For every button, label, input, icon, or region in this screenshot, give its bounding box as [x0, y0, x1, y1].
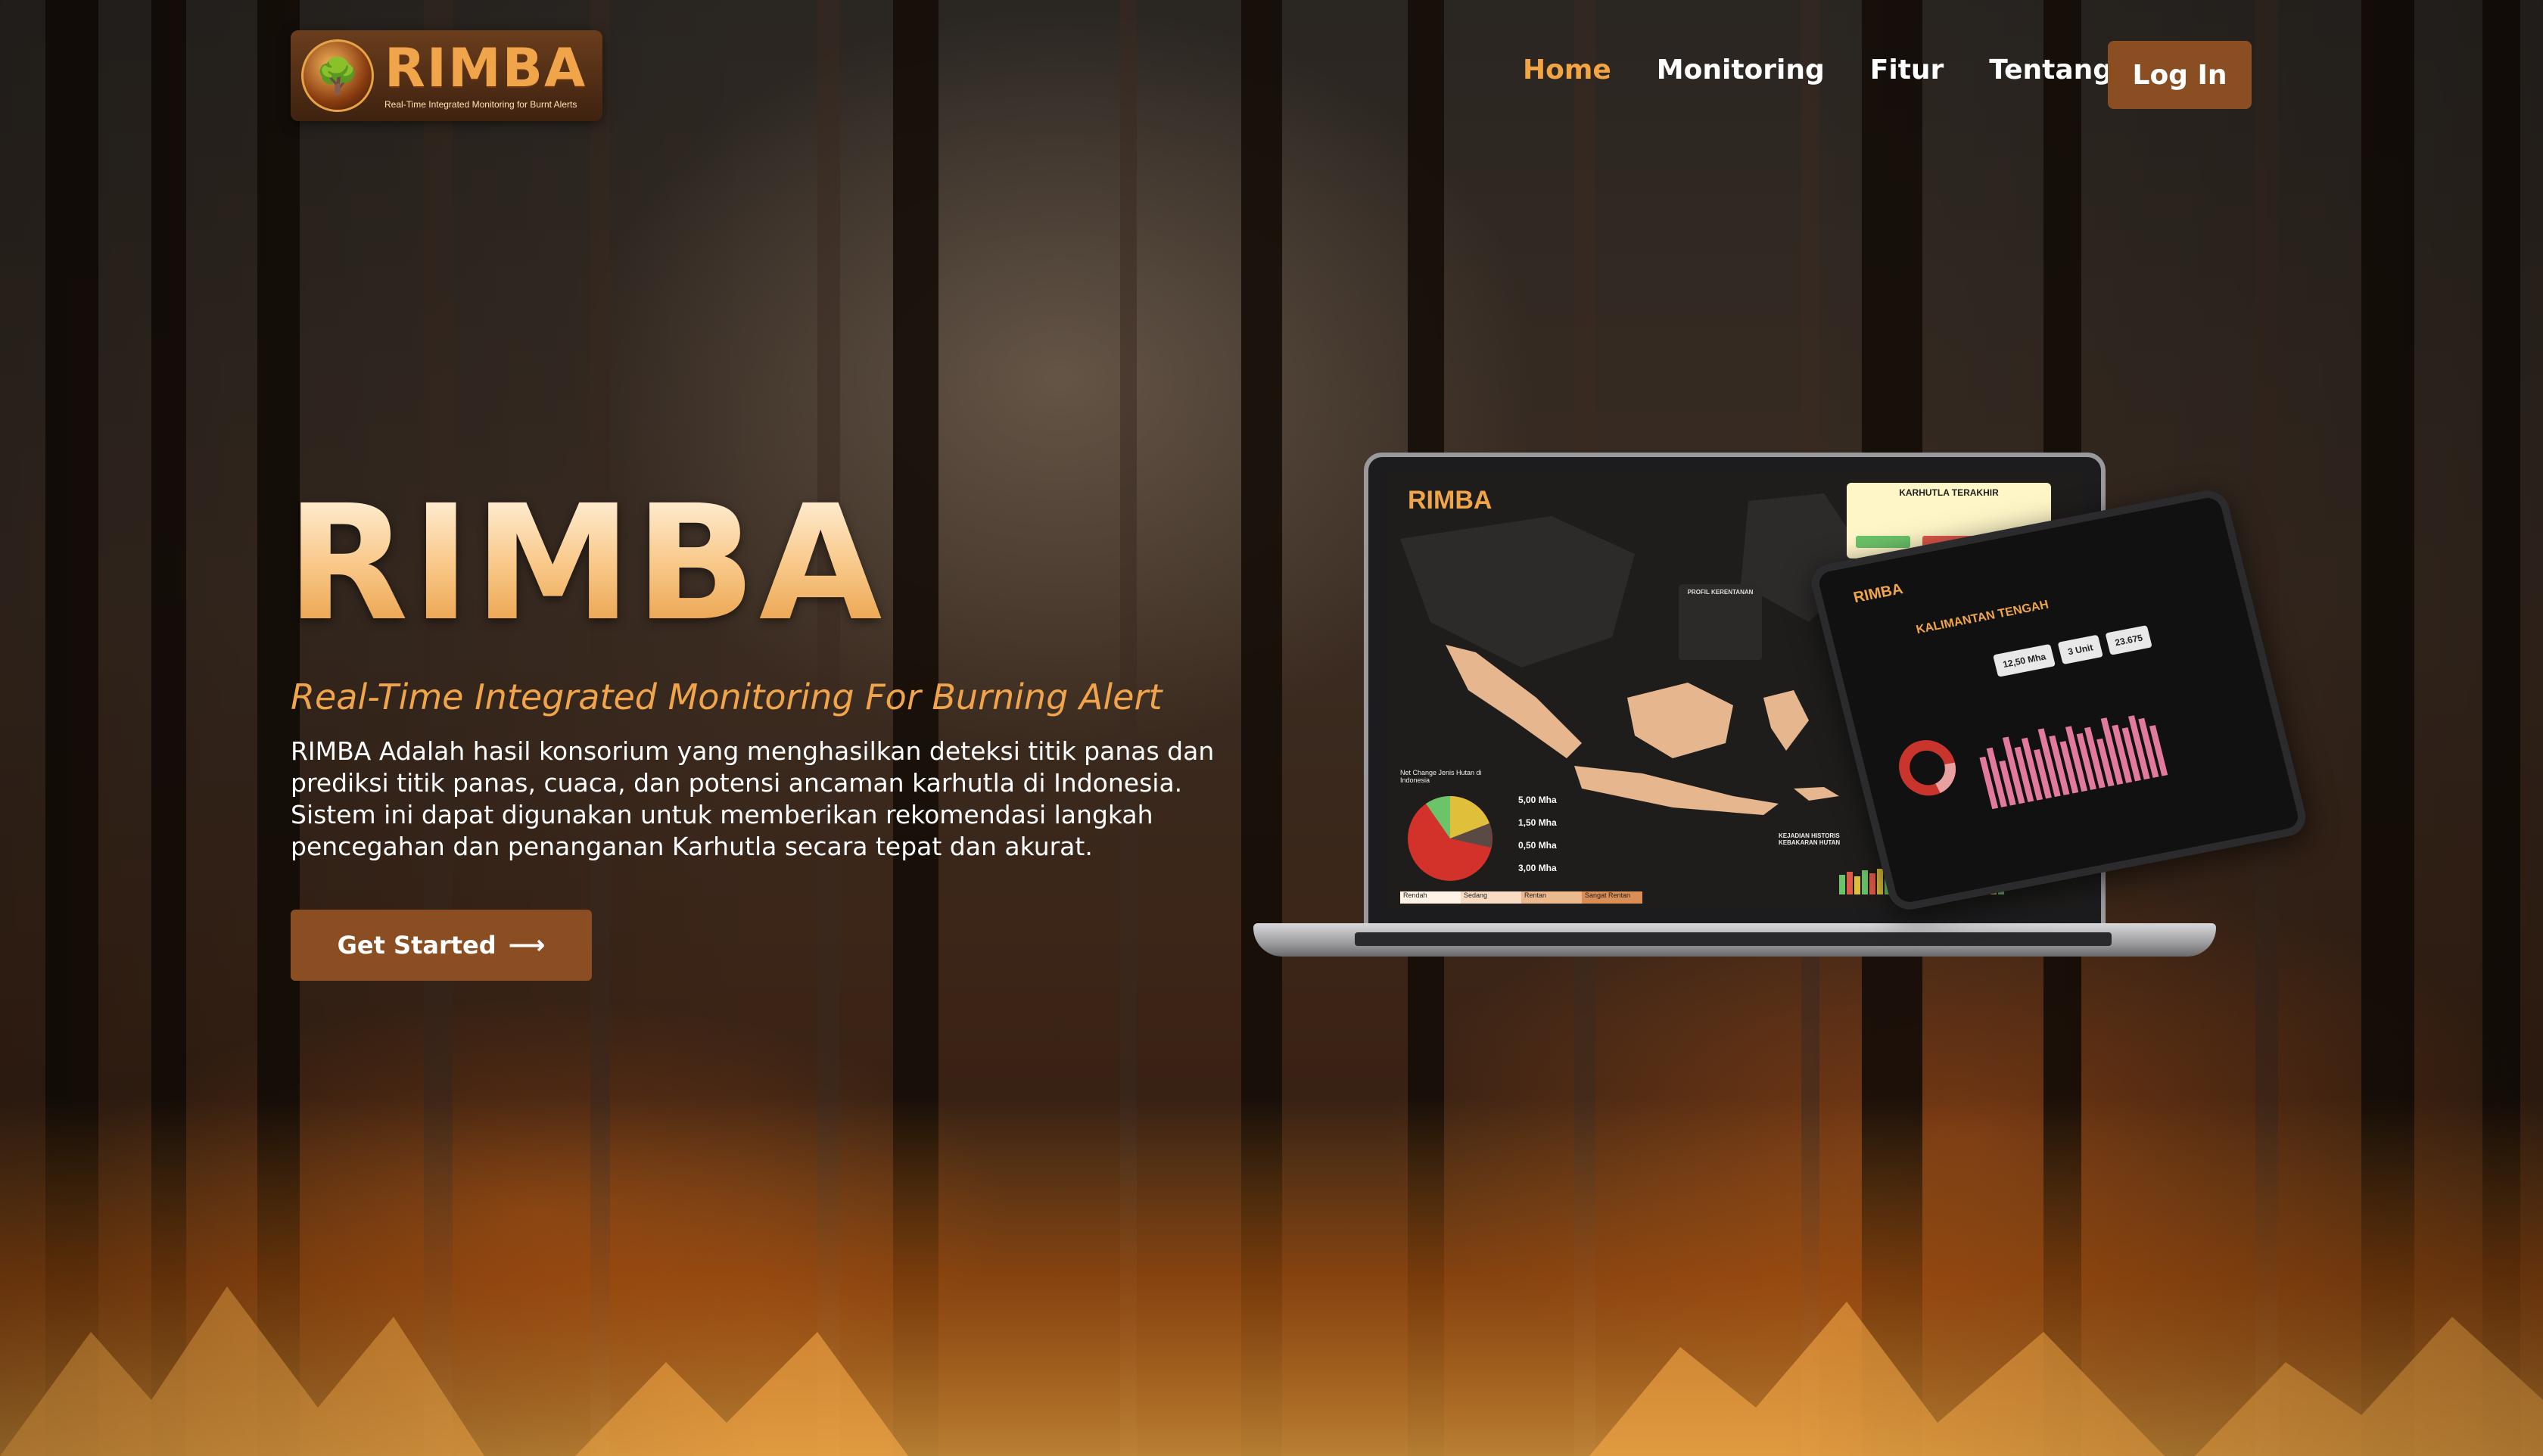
- nav-tentang[interactable]: Tentang: [1989, 54, 2112, 86]
- tablet-stat-card: 23.675: [2105, 624, 2153, 655]
- nav-fitur[interactable]: Fitur: [1870, 54, 1944, 86]
- tablet-stat-cards: 12,50 Mha 3 Unit 23.675: [1993, 624, 2153, 677]
- tablet-logo: RIMBA: [1851, 580, 1905, 607]
- netchange-pie-chart: [1408, 796, 1492, 881]
- tablet-donut-chart: [1899, 740, 1956, 796]
- legend-sangat-rentan: Sangat Rentan: [1582, 891, 1642, 904]
- logo-tagline: Real-Time Integrated Monitoring for Burn…: [384, 99, 577, 110]
- hero-subtitle: Real-Time Integrated Monitoring For Burn…: [291, 677, 1163, 717]
- legend-rendah: Rendah: [1400, 891, 1461, 904]
- brand-logo[interactable]: 🌳 RIMBA Real-Time Integrated Monitoring …: [291, 30, 602, 121]
- logo-text-group: RIMBA Real-Time Integrated Monitoring fo…: [384, 42, 587, 110]
- tablet-stat-card: 3 Unit: [2057, 634, 2103, 665]
- laptop-keyboard: [1355, 932, 2112, 946]
- tree-emblem-icon: 🌳: [301, 39, 374, 112]
- stat-value: 0,50 Mha: [1518, 840, 1557, 851]
- tablet-region-title: KALIMANTAN TENGAH: [1915, 598, 2050, 637]
- history-title: KEJADIAN HISTORIS KEBAKARAN HUTAN: [1779, 832, 1841, 846]
- legend-strip: Rendah Sedang Rentan Sangat Rentan: [1400, 891, 1642, 904]
- legend-rentan: Rentan: [1521, 891, 1582, 904]
- netchange-title: Net Change Jenis Hutan di Indonesia: [1400, 769, 1482, 784]
- tablet-bar-chart: [1979, 715, 2168, 810]
- hero-title: RIMBA: [286, 471, 886, 656]
- main-nav: Home Monitoring Fitur Tentang: [1523, 54, 2158, 86]
- get-started-label: Get Started: [337, 931, 496, 960]
- login-button[interactable]: Log In: [2108, 41, 2252, 109]
- hero-description: RIMBA Adalah hasil konsorium yang mengha…: [291, 736, 1215, 861]
- legend-sedang: Sedang: [1461, 891, 1521, 904]
- get-started-button[interactable]: Get Started ⟶: [291, 910, 592, 981]
- stat-value: 1,50 Mha: [1518, 817, 1557, 828]
- nav-monitoring[interactable]: Monitoring: [1657, 54, 1825, 86]
- netchange-stats: 5,00 Mha 1,50 Mha 0,50 Mha 3,00 Mha: [1518, 789, 1557, 879]
- stat-value: 5,00 Mha: [1518, 795, 1557, 805]
- arrow-right-icon: ⟶: [508, 930, 546, 960]
- tablet-stat-card: 12,50 Mha: [1993, 643, 2056, 677]
- alert-card-title: KARHUTLA TERAKHIR: [1899, 487, 1999, 498]
- profile-card-title: PROFIL KERENTANAN: [1687, 589, 1754, 596]
- logo-wordmark: RIMBA: [384, 37, 587, 99]
- profile-card: PROFIL KERENTANAN: [1679, 584, 1762, 660]
- nav-home[interactable]: Home: [1523, 54, 1611, 86]
- dashboard-logo: RIMBA: [1408, 486, 1492, 515]
- stat-value: 3,00 Mha: [1518, 863, 1557, 873]
